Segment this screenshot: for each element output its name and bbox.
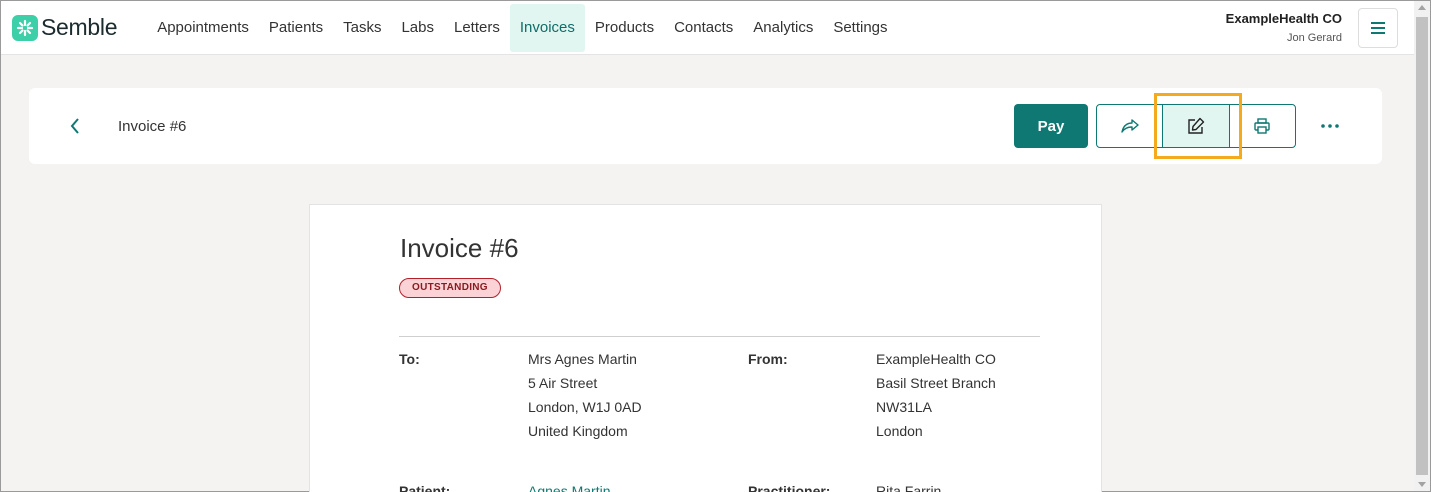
brand-name: Semble — [41, 14, 118, 40]
hamburger-icon — [1371, 22, 1385, 34]
nav-analytics[interactable]: Analytics — [743, 4, 823, 52]
from-address-line: NW31LA — [876, 399, 933, 415]
from-address-line: ExampleHealth CO — [876, 351, 996, 367]
invoice-title: Invoice #6 — [400, 233, 519, 263]
to-address: Mrs Agnes Martin 5 Air Street London, W1… — [528, 347, 642, 443]
nav-products[interactable]: Products — [585, 4, 664, 52]
share-button[interactable] — [1097, 105, 1164, 147]
edit-button[interactable] — [1163, 105, 1230, 147]
account-user: Jon Gerard — [1286, 32, 1342, 44]
print-button[interactable] — [1230, 105, 1295, 147]
to-address-line: London, W1J 0AD — [528, 399, 642, 415]
nav-invoices[interactable]: Invoices — [509, 3, 585, 52]
to-label: To: — [399, 351, 420, 367]
nav-letters[interactable]: Letters — [444, 4, 510, 52]
nav-patients[interactable]: Patients — [259, 4, 333, 52]
patient-link[interactable]: Agnes Martin — [528, 479, 610, 492]
invoice-document: Invoice #6 OUTSTANDING To: Mrs Agnes Mar… — [309, 204, 1102, 492]
from-address: ExampleHealth CO Basil Street Branch NW3… — [876, 347, 996, 443]
hamburger-menu-button[interactable] — [1358, 8, 1398, 48]
status-badge: OUTSTANDING — [399, 278, 501, 298]
main-nav: Appointments Patients Tasks Labs Letters… — [147, 1, 897, 55]
scrollbar-thumb[interactable] — [1416, 17, 1428, 475]
top-navigation: Semble Appointments Patients Tasks Labs … — [1, 1, 1414, 55]
from-address-line: London — [876, 423, 923, 439]
printer-icon — [1254, 118, 1271, 134]
to-address-line: 5 Air Street — [528, 375, 598, 391]
practitioner-name: Rita Farrin — [876, 483, 942, 492]
semble-logo-icon — [12, 14, 38, 41]
to-address-line: Mrs Agnes Martin — [528, 351, 637, 367]
nav-contacts[interactable]: Contacts — [664, 4, 743, 52]
invoice-action-group — [1096, 104, 1296, 148]
patient-label: Patient: — [399, 483, 451, 492]
account-org: ExampleHealth CO — [1225, 11, 1342, 26]
to-address-line: United Kingdom — [528, 423, 628, 439]
more-horizontal-icon — [1321, 124, 1339, 128]
practitioner-label: Practitioner: — [748, 483, 831, 492]
nav-labs[interactable]: Labs — [391, 4, 444, 52]
pay-button[interactable]: Pay — [1014, 104, 1088, 148]
semble-logo[interactable]: Semble — [12, 14, 117, 41]
from-label: From: — [748, 351, 788, 367]
back-button[interactable] — [65, 114, 85, 138]
scroll-down-icon[interactable] — [1418, 482, 1426, 487]
nav-settings[interactable]: Settings — [823, 4, 897, 52]
vertical-scrollbar[interactable] — [1414, 1, 1430, 491]
from-address-line: Basil Street Branch — [876, 375, 996, 391]
divider — [399, 336, 1040, 337]
page-title: Invoice #6 — [118, 118, 187, 135]
invoice-header-bar: Invoice #6 Pay — [29, 88, 1382, 164]
nav-appointments[interactable]: Appointments — [147, 4, 259, 52]
edit-icon — [1188, 117, 1205, 134]
account-info[interactable]: ExampleHealth CO Jon Gerard — [1226, 11, 1342, 44]
share-icon — [1120, 119, 1139, 133]
more-options-button[interactable] — [1316, 114, 1344, 138]
scroll-up-icon[interactable] — [1418, 5, 1426, 10]
chevron-left-icon — [70, 118, 79, 134]
nav-tasks[interactable]: Tasks — [333, 4, 391, 52]
